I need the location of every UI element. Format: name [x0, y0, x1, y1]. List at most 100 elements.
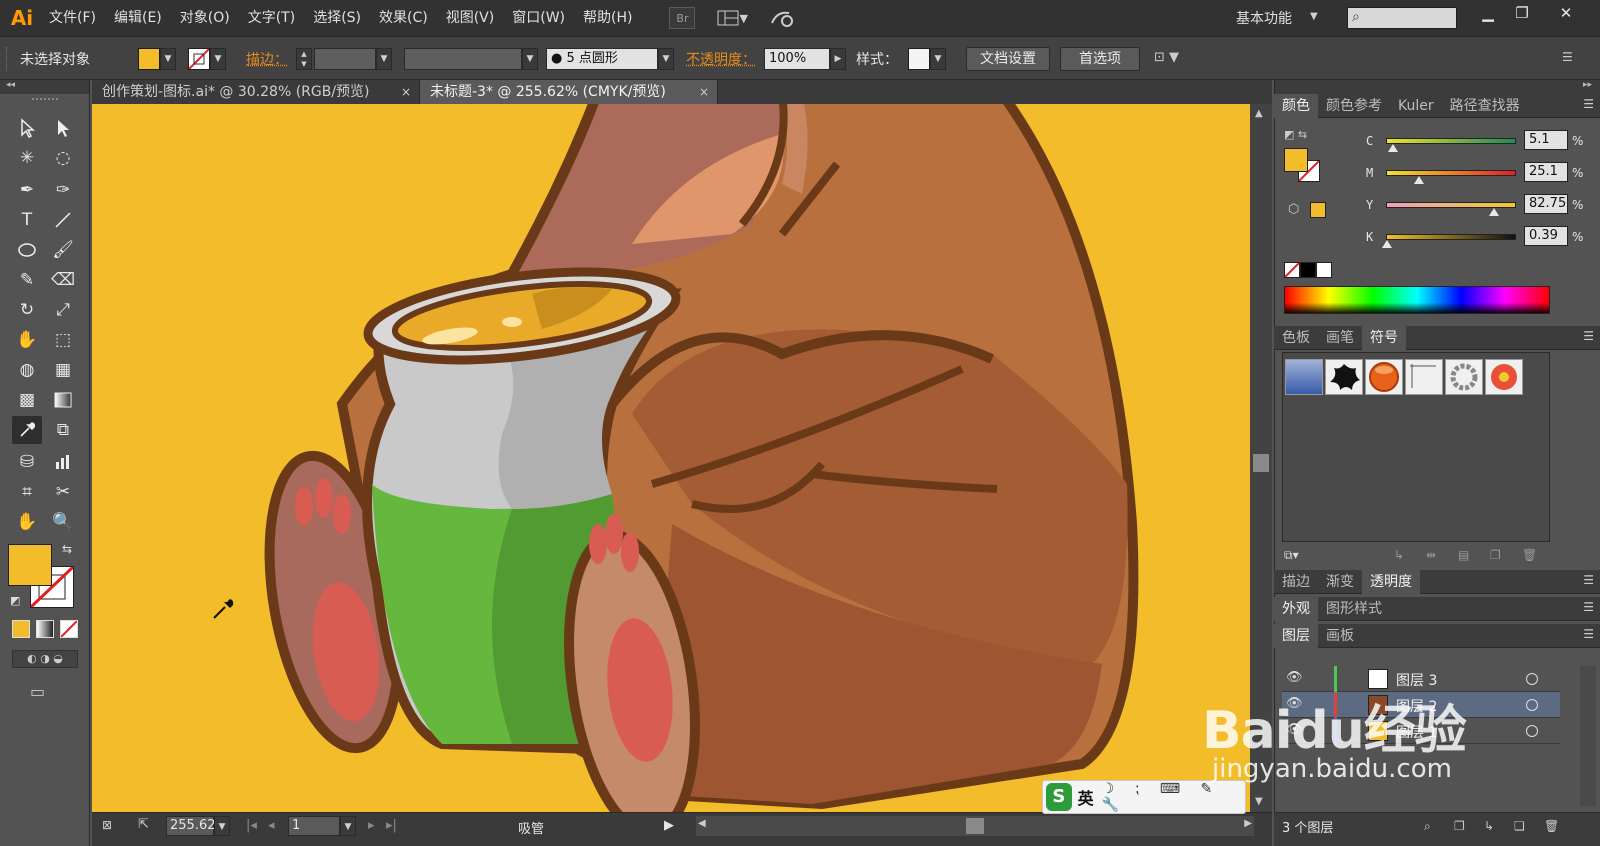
close-icon[interactable]: × [699, 80, 709, 104]
curvature-icon[interactable]: ✑ [48, 176, 78, 204]
symbol-corner-marks[interactable] [1405, 359, 1443, 395]
menu-select[interactable]: 选择(S) [304, 0, 370, 36]
default-fill-stroke-icon[interactable]: ◩ ⇆ [1284, 128, 1307, 141]
stroke-dropdown[interactable]: ▼ [210, 48, 226, 70]
artboard-icon[interactable]: ⌗ [12, 478, 42, 506]
tab-transparency[interactable]: 透明度 [1362, 569, 1420, 594]
clipping-mask-icon[interactable]: ❐ [1454, 819, 1465, 833]
fill-dropdown[interactable]: ▼ [160, 48, 176, 70]
brush-definition[interactable]: ● 5 点圆形 [546, 48, 658, 70]
close-icon[interactable]: × [401, 80, 411, 104]
channel-k-slider[interactable] [1386, 234, 1516, 240]
opacity-panel-link[interactable]: 不透明度： [686, 49, 756, 69]
zoom-icon[interactable]: 🔍 [48, 508, 78, 536]
status-menu-icon[interactable]: ▶ [664, 818, 674, 833]
minimize-button[interactable]: ▁ [1474, 2, 1502, 24]
screen-mode-icon[interactable]: ▭ [30, 682, 45, 701]
stroke-swatch[interactable] [188, 48, 210, 70]
preferences-button[interactable]: 首选项 [1060, 47, 1140, 71]
tab-graphic-styles[interactable]: 图形样式 [1318, 597, 1390, 621]
color-mode-button[interactable] [12, 620, 30, 638]
chevron-down-icon[interactable]: ▼ [1310, 11, 1318, 22]
shape-builder-icon[interactable]: ◍ [12, 356, 42, 384]
channel-y-thumb[interactable] [1488, 208, 1499, 216]
visibility-eye-icon[interactable]: 👁 [1286, 696, 1303, 711]
scroll-thumb[interactable] [966, 818, 984, 834]
brush-dropdown[interactable]: ▼ [658, 48, 674, 70]
delete-layer-icon[interactable]: 🗑 [1544, 819, 1559, 833]
menu-effect[interactable]: 效果(C) [370, 0, 437, 36]
layer-row[interactable]: 👁 图层 3 [1282, 666, 1560, 692]
ime-tools-icons[interactable]: ☽ ⁏ ⌨ ✎ 🔧 [1102, 781, 1245, 813]
scroll-left-icon[interactable]: ◀ [698, 818, 706, 829]
warp-icon[interactable]: ✋ [12, 326, 42, 354]
default-colors-icon[interactable]: ◩ [10, 594, 20, 607]
channel-c-thumb[interactable] [1387, 144, 1398, 152]
variable-width-profile[interactable] [404, 48, 522, 70]
layer-name[interactable]: 图层 3 [1396, 670, 1437, 690]
menu-view[interactable]: 视图(V) [437, 0, 504, 36]
channel-m-value[interactable]: 25.1 [1524, 162, 1568, 182]
scroll-right-icon[interactable]: ▶ [1244, 818, 1252, 829]
symbol-blue-bar[interactable] [1285, 359, 1323, 395]
scroll-down-icon[interactable]: ▼ [1255, 796, 1263, 807]
visibility-eye-icon[interactable]: 👁 [1286, 670, 1303, 685]
symbol-sprayer-icon[interactable]: ⛁ [12, 448, 42, 476]
last-page-icon[interactable]: ▸| [386, 818, 397, 833]
hand-icon[interactable]: ✋ [12, 508, 42, 536]
visibility-eye-icon[interactable]: 👁 [1286, 722, 1303, 737]
horizontal-scrollbar[interactable]: ◀ ▶ [696, 816, 1254, 836]
channel-k-thumb[interactable] [1381, 240, 1392, 248]
scale-icon[interactable]: ⤢ [48, 296, 78, 324]
panel-menu-icon[interactable]: ☰ [1583, 97, 1594, 111]
color-fill-front[interactable] [1284, 148, 1308, 172]
sync-settings-icon[interactable] [769, 7, 797, 29]
channel-c-value[interactable]: 5.1 [1524, 130, 1568, 150]
target-circle-icon[interactable] [1526, 673, 1538, 685]
channel-m-thumb[interactable] [1413, 176, 1424, 184]
brush-icon[interactable]: 🖌 [48, 236, 78, 264]
zoom-dropdown[interactable]: ▼ [214, 816, 230, 836]
document-setup-button[interactable]: 文档设置 [966, 47, 1050, 71]
scroll-thumb[interactable] [1253, 454, 1269, 472]
panel-menu-icon[interactable]: ☰ [1583, 627, 1594, 641]
panel-menu-icon[interactable]: ☰ [1583, 600, 1594, 614]
page-dropdown[interactable]: ▼ [340, 816, 356, 836]
layers-scrollbar[interactable] [1580, 666, 1596, 806]
page-input[interactable]: 1 [288, 816, 340, 836]
first-page-icon[interactable]: |◂ [246, 818, 257, 833]
status-view-icon[interactable]: ⊠ [102, 818, 112, 832]
tab-brushes[interactable]: 画笔 [1318, 326, 1362, 350]
slice-icon[interactable]: ✂ [48, 478, 78, 506]
tab-artboards[interactable]: 画板 [1318, 624, 1362, 648]
close-button[interactable]: ✕ [1552, 2, 1580, 24]
selection-icon[interactable] [12, 114, 42, 142]
none-mode-button[interactable] [60, 620, 78, 638]
magic-wand-icon[interactable]: ✳ [12, 144, 42, 172]
sogou-logo[interactable]: S [1046, 783, 1072, 811]
export-icon[interactable]: ⇱ [138, 817, 149, 832]
menu-type[interactable]: 文字(T) [239, 0, 304, 36]
locate-object-icon[interactable]: ⌕ [1424, 819, 1431, 834]
channel-m-slider[interactable] [1386, 170, 1516, 176]
perspective-icon[interactable]: ▦ [48, 356, 78, 384]
arrange-documents-button[interactable]: ▼ [717, 7, 755, 29]
tab-appearance[interactable]: 外观 [1274, 596, 1318, 621]
channel-y-value[interactable]: 82.75 [1524, 194, 1568, 214]
graphic-style-dropdown[interactable]: ▼ [930, 48, 946, 70]
place-symbol-icon[interactable]: ↳ [1394, 548, 1404, 562]
mesh-icon[interactable]: ▩ [12, 386, 42, 414]
next-page-icon[interactable]: ▸ [368, 818, 375, 833]
stroke-weight-input[interactable] [314, 48, 376, 70]
stroke-panel-link[interactable]: 描边： [246, 49, 288, 69]
ime-language[interactable]: 英 [1078, 785, 1094, 809]
stroke-weight-dropdown[interactable]: ▼ [376, 48, 392, 70]
layer-name[interactable]: 图层 1 [1396, 722, 1437, 742]
new-layer-icon[interactable]: ❏ [1514, 819, 1525, 833]
menu-window[interactable]: 窗口(W) [503, 0, 574, 36]
swap-colors-icon[interactable]: ⇆ [62, 542, 72, 556]
panel-menu-icon[interactable]: ☰ [1562, 50, 1573, 64]
menu-file[interactable]: 文件(F) [40, 0, 105, 36]
workspace-switcher[interactable]: 基本功能 [1236, 8, 1292, 28]
none-color-swatch[interactable] [1284, 262, 1300, 278]
